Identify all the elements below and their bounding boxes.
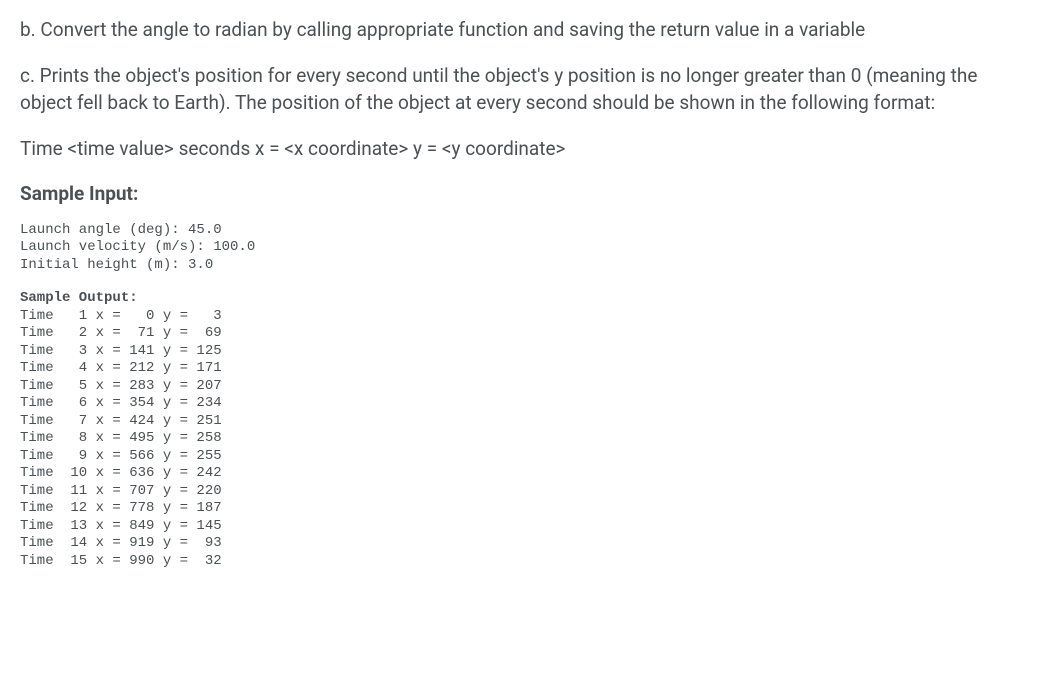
sample-output-lines: Time 1 x = 0 y = 3 Time 2 x = 71 y = 69 … bbox=[20, 308, 222, 569]
sample-output-heading: Sample Output: bbox=[20, 290, 138, 306]
sample-input-heading: Sample Input: bbox=[20, 180, 1017, 208]
format-line: Time <time value> seconds x = <x coordin… bbox=[20, 135, 1017, 163]
sample-input-block: Launch angle (deg): 45.0 Launch velocity… bbox=[20, 222, 1017, 275]
instruction-c: c. Prints the object's position for ever… bbox=[20, 62, 1017, 117]
instruction-b: b. Convert the angle to radian by callin… bbox=[20, 16, 1017, 44]
sample-output-block: Sample Output: Time 1 x = 0 y = 3 Time 2… bbox=[20, 290, 1017, 570]
